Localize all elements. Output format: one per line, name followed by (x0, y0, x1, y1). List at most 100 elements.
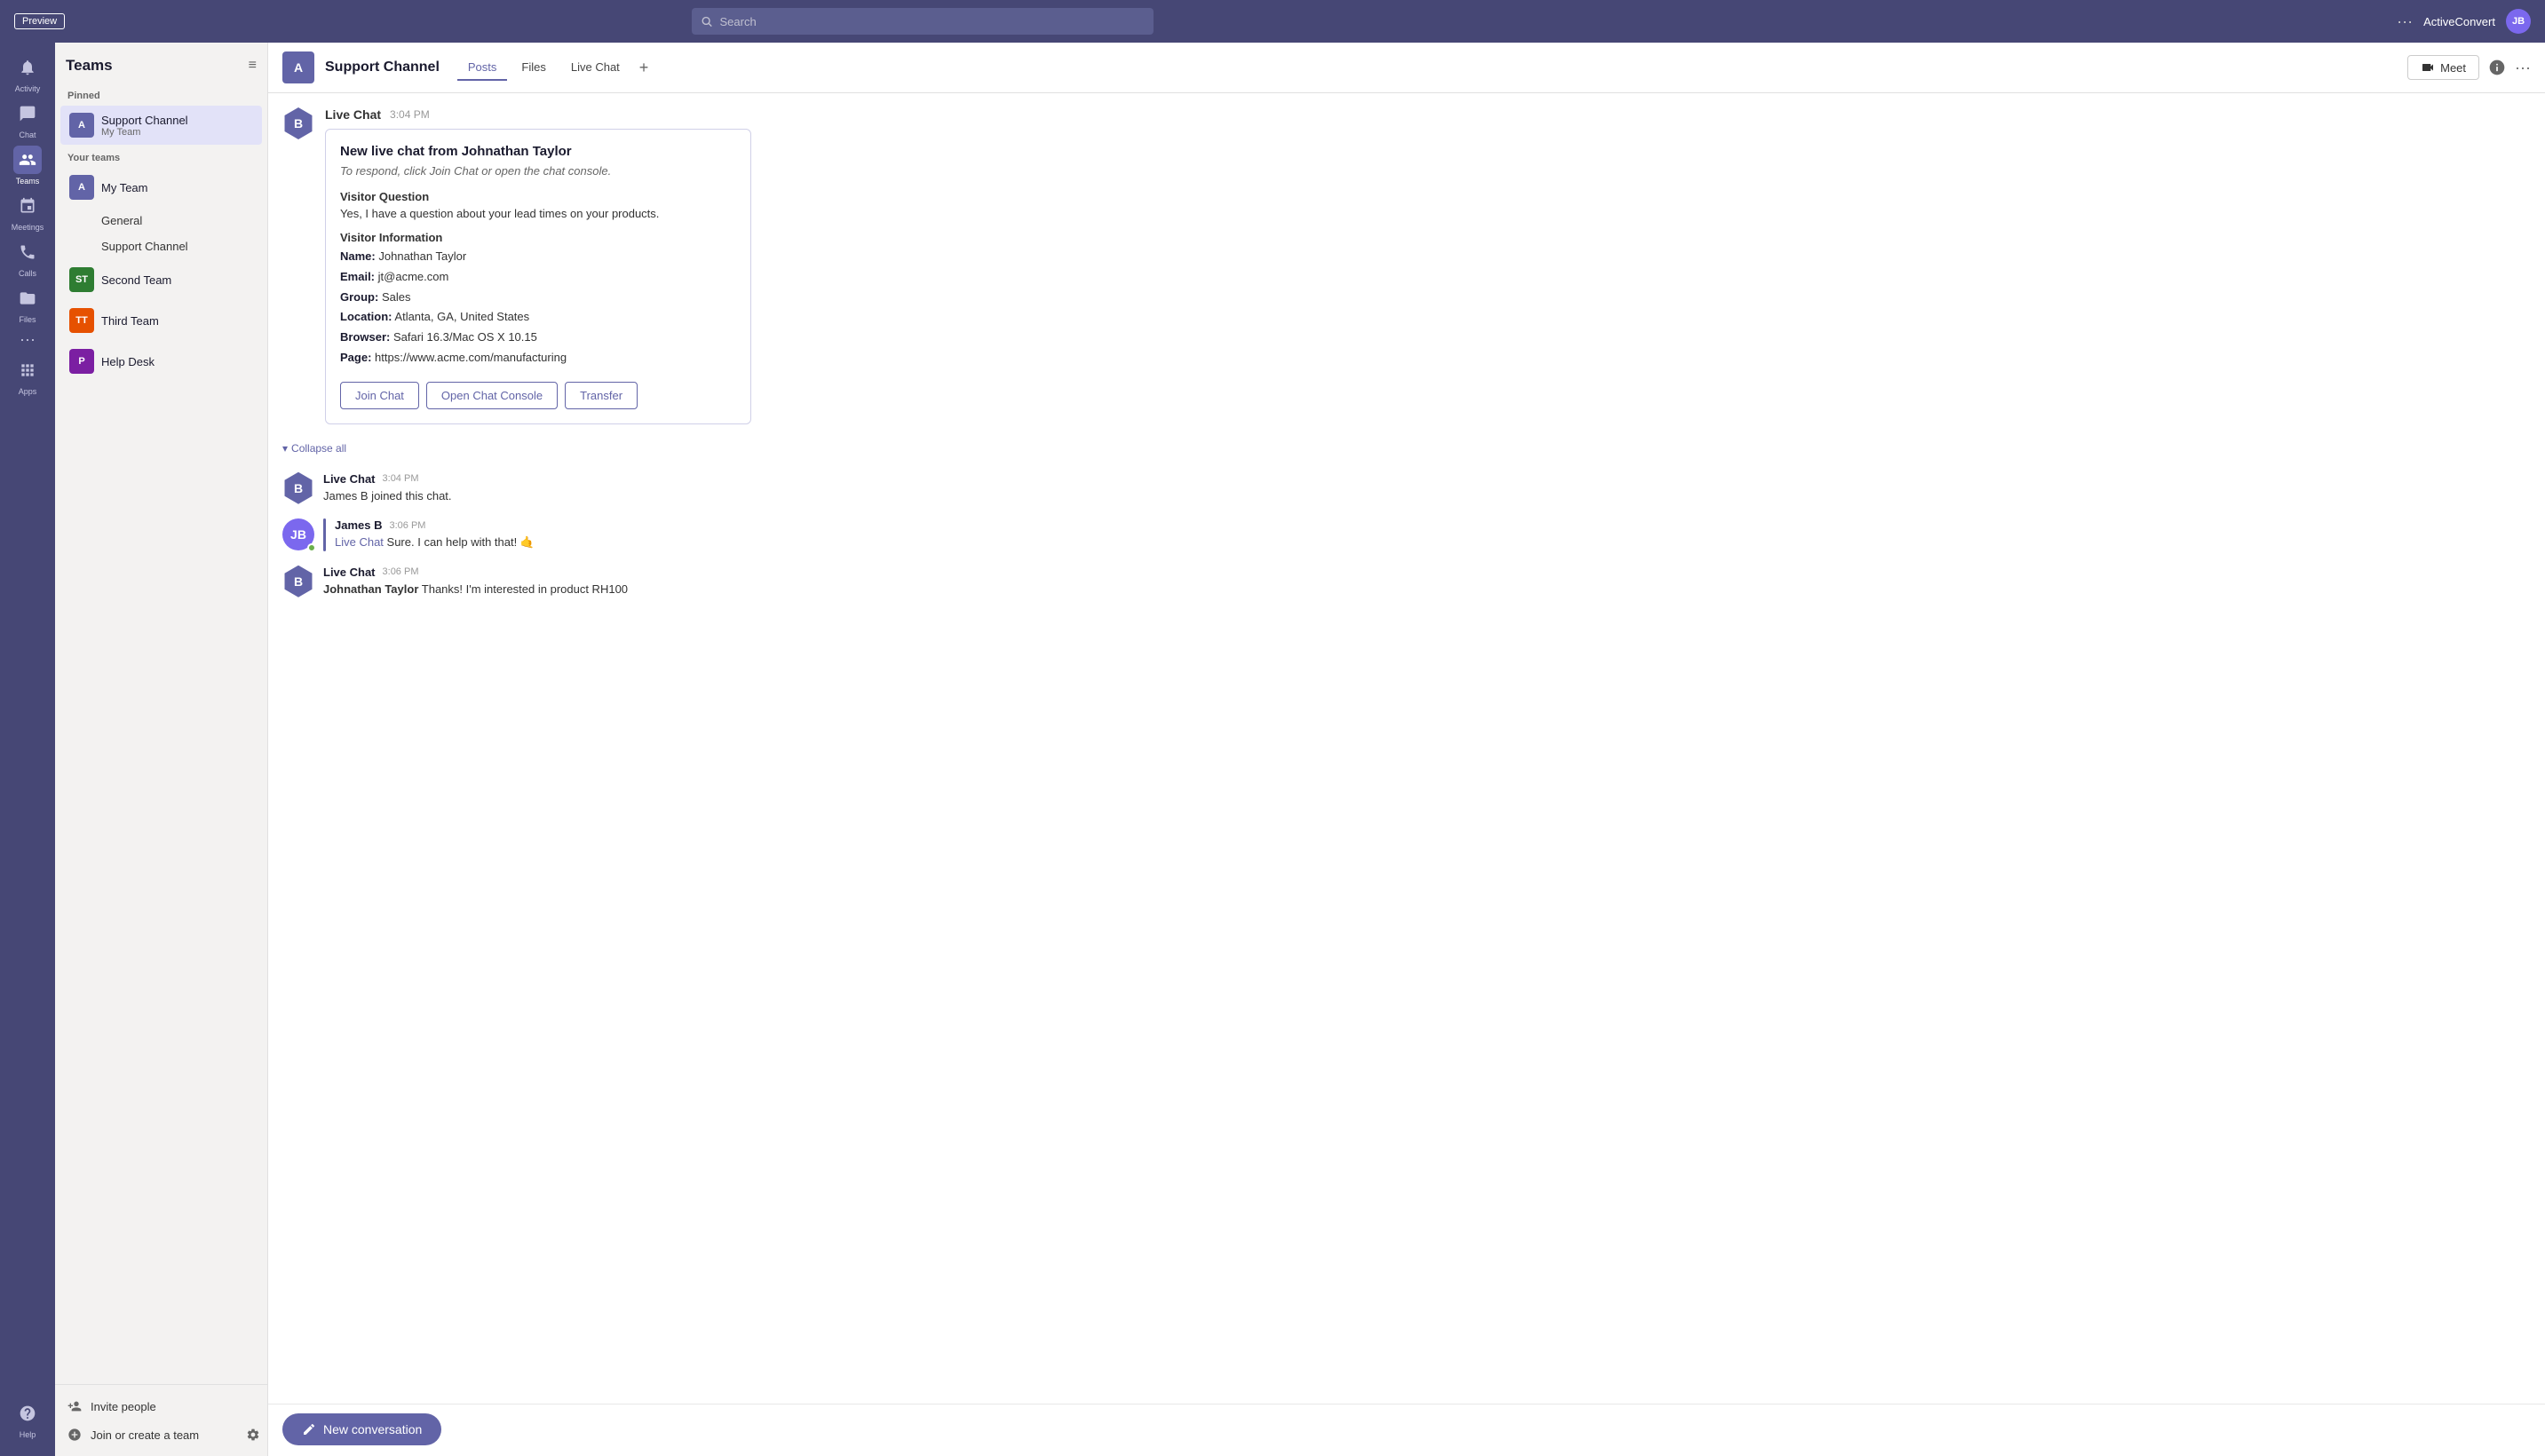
open-chat-console-button[interactable]: Open Chat Console (426, 382, 558, 409)
msg1-content: Live Chat 3:04 PM James B joined this ch… (323, 472, 2531, 505)
nav-item-calls[interactable]: Calls (4, 234, 51, 281)
invite-people-label: Invite people (91, 1400, 156, 1413)
msg1-header: Live Chat 3:04 PM (323, 472, 2531, 486)
invite-icon (67, 1399, 82, 1413)
msg3-avatar: B (282, 566, 314, 597)
msg3-text: Johnathan Taylor Thanks! I'm interested … (323, 581, 2531, 598)
msg2-bar (323, 518, 326, 551)
my-team-name: My Team (101, 181, 234, 194)
join-chat-button[interactable]: Join Chat (340, 382, 419, 409)
topbar-more-icon[interactable]: ··· (2397, 12, 2413, 31)
visitor-info-label: Visitor Information (340, 231, 736, 244)
sidebar-item-help-desk[interactable]: P Help Desk ··· (60, 342, 262, 381)
transfer-button[interactable]: Transfer (565, 382, 638, 409)
help-desk-text: Help Desk (101, 355, 234, 368)
msg1-sender: Live Chat (323, 472, 376, 486)
nav-item-activity[interactable]: Activity (4, 50, 51, 96)
file-icon (19, 289, 36, 307)
live-chat-link[interactable]: Live Chat (335, 535, 384, 549)
third-team-avatar: TT (69, 308, 94, 333)
channel-tabs: Posts Files Live Chat + (457, 55, 654, 81)
visitor-name-label: Name: (340, 249, 376, 263)
sidebar: Teams ≡ Pinned A Support Channel My Team… (55, 43, 268, 1456)
visitor-location-row: Location: Atlanta, GA, United States (340, 308, 736, 327)
nav-label-teams: Teams (16, 177, 40, 186)
visitor-name-value: Johnathan Taylor (378, 249, 466, 263)
second-team-text: Second Team (101, 273, 234, 287)
sidebar-channel-general[interactable]: General (60, 209, 262, 233)
tab-files[interactable]: Files (511, 55, 556, 81)
msg2-online-dot (307, 543, 316, 552)
invite-people-item[interactable]: Invite people (55, 1392, 267, 1420)
settings-icon[interactable] (246, 1428, 260, 1442)
main-layout: Activity Chat Teams Meetings Calls (0, 43, 2545, 1456)
live-chat-sender: Live Chat (325, 107, 381, 122)
visitor-page-label: Page: (340, 351, 371, 364)
help-desk-avatar: P (69, 349, 94, 374)
user-avatar[interactable]: JB (2506, 9, 2531, 34)
filter-icon[interactable]: ≡ (249, 58, 257, 74)
bell-icon (19, 59, 36, 76)
visitor-info-grid: Name: Johnathan Taylor Email: jt@acme.co… (340, 248, 736, 368)
channel-header: A Support Channel Posts Files Live Chat … (268, 43, 2545, 93)
visitor-location-label: Location: (340, 310, 392, 323)
my-team-avatar: A (69, 175, 94, 200)
join-create-item[interactable]: Join or create a team (67, 1420, 211, 1449)
meet-button[interactable]: Meet (2407, 55, 2479, 80)
nav-item-meetings[interactable]: Meetings (4, 188, 51, 234)
nav-item-chat[interactable]: Chat (4, 96, 51, 142)
search-input[interactable] (720, 15, 1146, 28)
pinned-item-text: Support Channel My Team (101, 114, 253, 138)
nav-label-apps: Apps (19, 387, 37, 396)
msg3-online-dot (307, 590, 316, 599)
live-chat-msg-header: Live Chat 3:04 PM (325, 107, 2531, 122)
tab-live-chat[interactable]: Live Chat (560, 55, 630, 81)
your-teams-label: Your teams (55, 146, 267, 167)
sidebar-pinned-support-channel[interactable]: A Support Channel My Team (60, 106, 262, 145)
live-chat-content: Live Chat 3:04 PM New live chat from Joh… (325, 107, 2531, 424)
nav-item-apps[interactable]: Apps (4, 352, 51, 399)
search-bar[interactable] (692, 8, 1154, 35)
sidebar-bottom: Invite people Join or create a team (55, 1384, 267, 1456)
sidebar-item-second-team[interactable]: ST Second Team ··· (60, 260, 262, 299)
visitor-email-row: Email: jt@acme.com (340, 268, 736, 287)
visitor-group-value: Sales (382, 290, 411, 304)
nav-item-help[interactable]: Help (4, 1396, 51, 1442)
nav-label-calls: Calls (19, 269, 36, 278)
topbar-username: ActiveConvert (2423, 15, 2495, 28)
new-conversation-button[interactable]: New conversation (282, 1413, 441, 1445)
nav-more-dots[interactable]: ··· (20, 330, 36, 349)
teams-icon (19, 151, 36, 169)
visitor-email-value: jt@acme.com (378, 270, 449, 283)
msg2-text-body: Sure. I can help with that! 🤙 (384, 535, 535, 549)
visitor-page-value: https://www.acme.com/manufacturing (375, 351, 567, 364)
nav-label-help: Help (20, 1430, 36, 1439)
third-team-text: Third Team (101, 314, 234, 328)
collapse-all[interactable]: ▾ Collapse all (282, 439, 2531, 458)
add-tab-icon[interactable]: + (634, 57, 654, 79)
table-row: B Live Chat 3:06 PM Johnathan Taylor Tha… (282, 566, 2531, 598)
sidebar-item-my-team[interactable]: A My Team ··· (60, 168, 262, 207)
pinned-item-avatar: A (69, 113, 94, 138)
nav-item-teams[interactable]: Teams (4, 142, 51, 188)
tab-posts[interactable]: Posts (457, 55, 508, 81)
nav-label-files: Files (19, 315, 36, 324)
nav-item-files[interactable]: Files (4, 281, 51, 327)
info-icon[interactable] (2488, 59, 2506, 76)
header-more-icon[interactable]: ··· (2515, 59, 2531, 77)
msg3-time: 3:06 PM (383, 566, 419, 577)
live-chat-box-title: New live chat from Johnathan Taylor (340, 144, 736, 159)
visitor-name-row: Name: Johnathan Taylor (340, 248, 736, 266)
content-area: A Support Channel Posts Files Live Chat … (268, 43, 2545, 1456)
nav-label-chat: Chat (19, 131, 36, 139)
msg1-text: James B joined this chat. (323, 487, 2531, 505)
sidebar-channel-support[interactable]: Support Channel (60, 234, 262, 258)
msg3-bold-prefix: Johnathan Taylor (323, 582, 418, 596)
compose-icon (302, 1422, 316, 1436)
sidebar-header: Teams ≡ (55, 43, 267, 83)
my-team-text: My Team (101, 181, 234, 194)
visitor-group-row: Group: Sales (340, 289, 736, 307)
live-chat-box-sub: To respond, click Join Chat or open the … (340, 164, 736, 178)
online-indicator (307, 132, 316, 141)
sidebar-item-third-team[interactable]: TT Third Team ··· (60, 301, 262, 340)
